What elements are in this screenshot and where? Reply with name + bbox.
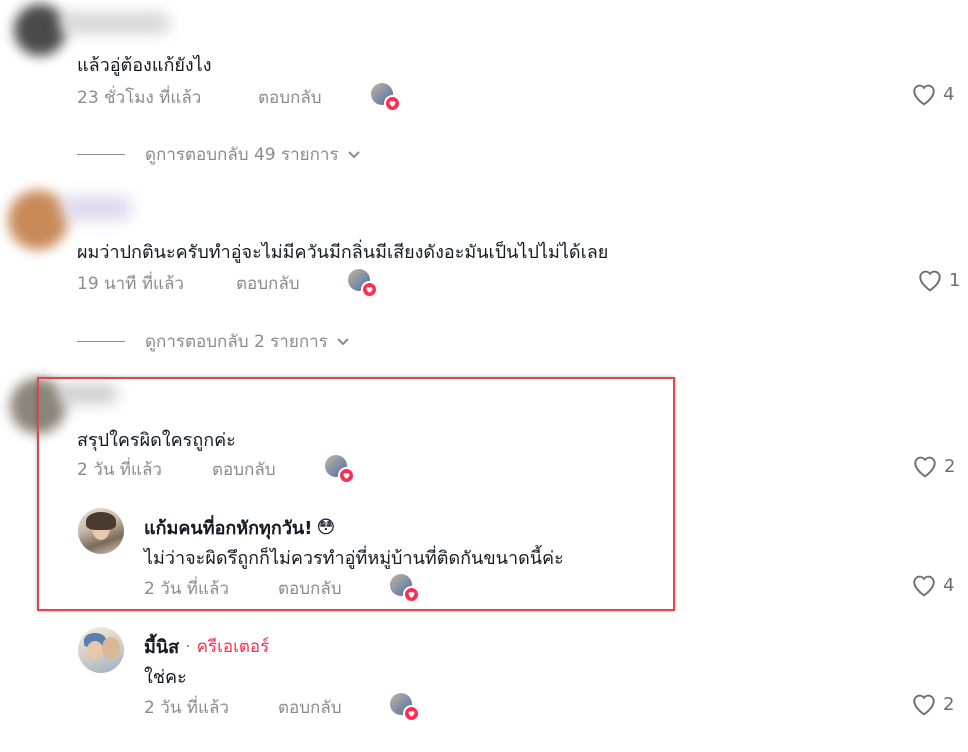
reply-time: 2 วัน ที่แล้ว: [144, 579, 229, 599]
like-button[interactable]: 4: [911, 82, 954, 106]
reply-button[interactable]: ตอบกลับ: [278, 694, 342, 721]
commenter-avatar-2[interactable]: [8, 190, 68, 250]
reply-text: ใช่คะ: [144, 667, 187, 688]
reply-username[interactable]: แก้มคนที่อกหักทุกวัน!: [144, 513, 312, 542]
heart-badge-icon: [403, 705, 420, 722]
chevron-down-icon: [347, 150, 360, 158]
reply-avatar[interactable]: [78, 508, 124, 554]
reply-header: มี้นิส · ครีเอเตอร์: [144, 632, 269, 661]
like-count: 1: [949, 269, 961, 291]
heart-outline-icon: [913, 575, 935, 597]
divider-line: [77, 341, 125, 342]
like-button[interactable]: 4: [911, 573, 954, 597]
chevron-down-icon: [337, 337, 349, 345]
heart-outline-icon: [914, 456, 936, 478]
reply-text: ไม่ว่าจะผิดรึถูกก็ไม่ควรทำอู่ที่หมู่บ้าน…: [144, 548, 564, 569]
like-count: 4: [943, 574, 955, 596]
separator-dot: ·: [185, 636, 191, 657]
reply-time: 2 วัน ที่แล้ว: [144, 698, 229, 718]
comment-text: ผมว่าปกตินะครับทำอู่จะไม่มีควันมีกลิ่นมี…: [77, 242, 609, 263]
flushed-emoji-icon: 😳: [316, 517, 336, 538]
heart-outline-icon: [919, 270, 941, 292]
comment-time: 2 วัน ที่แล้ว: [77, 460, 162, 480]
reply-avatar[interactable]: [78, 627, 124, 673]
creator-badge: ครีเอเตอร์: [196, 637, 270, 657]
like-button[interactable]: 2: [911, 692, 954, 716]
reply-button[interactable]: ตอบกลับ: [258, 84, 322, 111]
reply-header: แก้มคนที่อกหักทุกวัน! 😳: [144, 513, 335, 542]
heart-badge-icon: [338, 467, 355, 484]
reply-username[interactable]: มี้นิส: [144, 632, 179, 661]
like-count: 2: [943, 693, 955, 715]
view-replies-label: ดูการตอบกลับ 49 รายการ: [145, 145, 339, 165]
like-count: 4: [943, 83, 955, 105]
commenter-avatar-1[interactable]: [14, 4, 66, 56]
view-replies-button[interactable]: ดูการตอบกลับ 49 รายการ: [77, 141, 361, 168]
comment-text: สรุปใครผิดใครถูกค่ะ: [77, 430, 236, 451]
commenter-name-1[interactable]: [60, 12, 170, 34]
reply-button[interactable]: ตอบกลับ: [236, 270, 300, 297]
creator-liked-badge: [390, 574, 420, 604]
view-replies-label: ดูการตอบกลับ 2 รายการ: [145, 332, 328, 352]
comment-time: 19 นาที ที่แล้ว: [77, 274, 184, 294]
heart-badge-icon: [403, 586, 420, 603]
heart-outline-icon: [913, 694, 935, 716]
divider-line: [77, 154, 125, 155]
like-count: 2: [944, 455, 956, 477]
like-button[interactable]: 1: [917, 268, 960, 292]
commenter-name-2[interactable]: [62, 196, 132, 220]
creator-liked-badge: [390, 693, 420, 723]
like-button[interactable]: 2: [912, 454, 955, 478]
creator-liked-badge: [348, 269, 378, 299]
creator-liked-badge: [371, 83, 401, 113]
comment-time: 23 ชั่วโมง ที่แล้ว: [77, 88, 202, 108]
reply-button[interactable]: ตอบกลับ: [278, 575, 342, 602]
highlight-box: [37, 377, 675, 611]
view-replies-button[interactable]: ดูการตอบกลับ 2 รายการ: [77, 328, 350, 355]
reply-button[interactable]: ตอบกลับ: [212, 456, 276, 483]
heart-badge-icon: [384, 95, 401, 112]
creator-liked-badge: [325, 455, 355, 485]
heart-badge-icon: [361, 281, 378, 298]
comment-text: แล้วอู่ต้องแก้ยังไง: [77, 55, 212, 76]
heart-outline-icon: [913, 84, 935, 106]
